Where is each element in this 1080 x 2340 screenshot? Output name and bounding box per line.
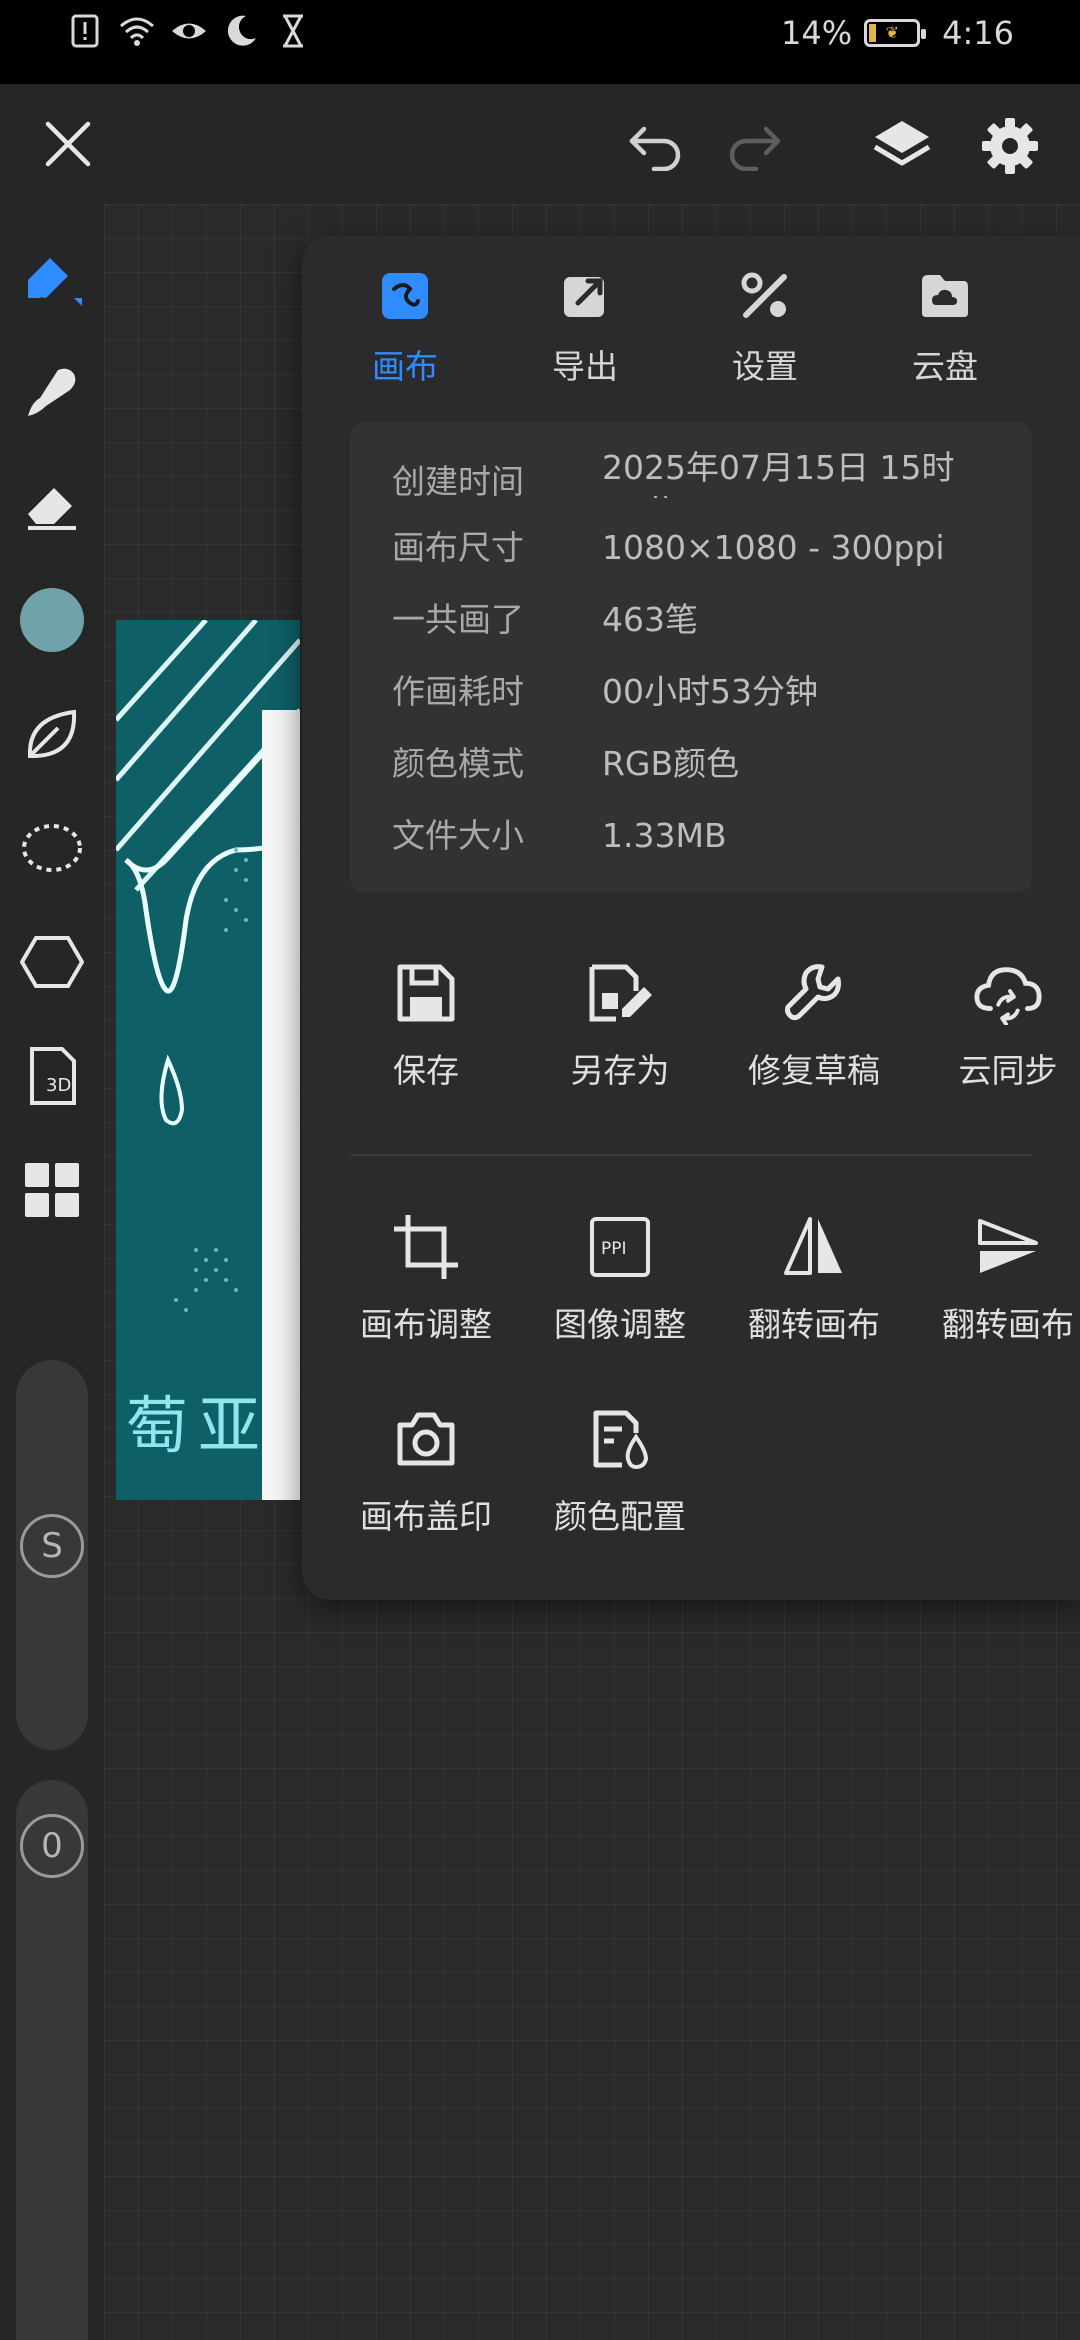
leaf-icon[interactable] [16,698,88,770]
artwork-preview[interactable]: 萄亚 [116,620,300,1500]
tab-export-label: 导出 [552,347,618,386]
canvas-stamp-button[interactable]: 画布盖印 [336,1404,516,1554]
canvas-adjust-label: 画布调整 [360,1305,492,1344]
status-bar: 14% ❦ 4:16 [0,0,1080,84]
size-knob-label: S [41,1526,63,1566]
grid-icon[interactable] [16,1154,88,1226]
tab-export[interactable]: 导出 [510,266,660,396]
save-as-icon [585,958,655,1028]
top-toolbar [0,84,1080,204]
color-config-button[interactable]: 颜色配置 [530,1404,710,1554]
panel-divider [350,1154,1032,1156]
info-value: 00小时53分钟 [602,672,818,711]
tab-settings-label: 设置 [732,347,798,386]
svg-text:PPI: PPI [601,1239,627,1259]
tab-cloud-drive[interactable]: 云盘 [870,266,1020,396]
eraser-icon[interactable] [16,470,88,542]
flip-canvas-vertical-button[interactable]: 翻转画布 [918,1212,1080,1362]
panel-pointer [990,214,1034,236]
gear-icon[interactable] [970,106,1050,186]
3d-icon[interactable]: 3D [16,1040,88,1112]
color-config-label: 颜色配置 [554,1497,686,1536]
moon-icon [222,12,260,50]
info-row-strokes: 一共画了 463笔 [392,592,1012,648]
info-value: RGB颜色 [602,744,740,783]
export-icon [555,266,615,326]
cloud-sync-icon [973,958,1043,1028]
info-value: 1.33MB [602,816,727,855]
tools-icon [735,266,795,326]
camera-icon [391,1404,461,1474]
wrench-icon [779,958,849,1028]
opacity-knob-label: 0 [41,1826,63,1866]
opacity-slider-knob[interactable]: 0 [20,1814,84,1878]
info-key: 画布尺寸 [392,528,524,567]
battery-percent: 14% [781,14,853,52]
lasso-icon[interactable] [16,812,88,884]
image-adjust-label: 图像调整 [554,1305,686,1344]
flip-canvas-horizontal-button[interactable]: 翻转画布 [724,1212,904,1362]
svg-text:3D: 3D [46,1075,71,1096]
battery-icon: ❦ [864,19,927,47]
alert-icon [66,12,104,50]
canvas-info-box: 创建时间 2025年07月15日 15时23分 画布尺寸 1080×1080 -… [350,422,1032,892]
info-value: 463笔 [602,600,698,639]
info-key: 一共画了 [392,600,524,639]
tool-sidebar: 3D S 0 [0,204,104,2340]
layers-icon[interactable] [862,106,942,186]
crop-icon [391,1212,461,1282]
wifi-icon [118,12,156,50]
info-value: 2025年07月15日 15时23分 [602,448,955,498]
info-key: 作画耗时 [392,672,524,711]
cloud-sync-button[interactable]: 云同步 [918,958,1080,1108]
save-label: 保存 [393,1051,459,1090]
flip-horizontal-label: 翻转画布 [748,1305,880,1344]
close-icon[interactable] [30,106,106,182]
redo-icon[interactable] [716,108,792,184]
hourglass-icon [274,12,312,50]
info-row-size: 画布尺寸 1080×1080 - 300ppi [392,520,1012,576]
info-key: 颜色模式 [392,744,524,783]
panel-tabs: 画布 导出 设置 云盘 [302,266,1080,396]
smudge-icon[interactable] [16,356,88,428]
undo-icon[interactable] [618,108,694,184]
info-value: 1080×1080 - 300ppi [602,528,945,567]
canvas-stamp-label: 画布盖印 [360,1497,492,1536]
repair-draft-button[interactable]: 修复草稿 [724,958,904,1108]
color-picker[interactable] [16,584,88,656]
save-button[interactable]: 保存 [336,958,516,1108]
flip-vertical-icon [973,1212,1043,1282]
hexagon-icon[interactable] [16,926,88,998]
info-row-color-mode: 颜色模式 RGB颜色 [392,736,1012,792]
info-key: 文件大小 [392,816,524,855]
tab-cloud-drive-label: 云盘 [912,347,978,386]
info-key: 创建时间 [392,462,524,498]
info-row-file-size: 文件大小 1.33MB [392,808,1012,864]
clock: 4:16 [942,14,1014,52]
save-as-button[interactable]: 另存为 [530,958,710,1108]
color-profile-icon [585,1404,655,1474]
canvas-adjust-button[interactable]: 画布调整 [336,1212,516,1362]
tab-settings[interactable]: 设置 [690,266,840,396]
image-adjust-button[interactable]: PPI 图像调整 [530,1212,710,1362]
brush-icon[interactable] [16,242,88,314]
tab-canvas-label: 画布 [372,347,438,386]
cloud-drive-icon [915,266,975,326]
repair-draft-label: 修复草稿 [748,1051,880,1090]
save-as-label: 另存为 [570,1051,670,1090]
tab-canvas[interactable]: 画布 [330,266,480,396]
info-row-created: 创建时间 2025年07月15日 15时23分 [392,446,1012,498]
flip-vertical-label: 翻转画布 [942,1305,1074,1344]
cloud-sync-label: 云同步 [958,1051,1058,1090]
flip-horizontal-icon [779,1212,849,1282]
canvas-menu-panel: 画布 导出 设置 云盘 创建时间 2025年07月15日 15时23分 画布 [302,236,1080,1600]
artwork-text: 萄亚 [126,1389,271,1462]
canvas-icon [375,266,435,326]
ppi-icon: PPI [585,1212,655,1282]
info-row-duration: 作画耗时 00小时53分钟 [392,664,1012,720]
size-slider-knob[interactable]: S [20,1514,84,1578]
save-icon [391,958,461,1028]
eye-icon [170,12,208,50]
